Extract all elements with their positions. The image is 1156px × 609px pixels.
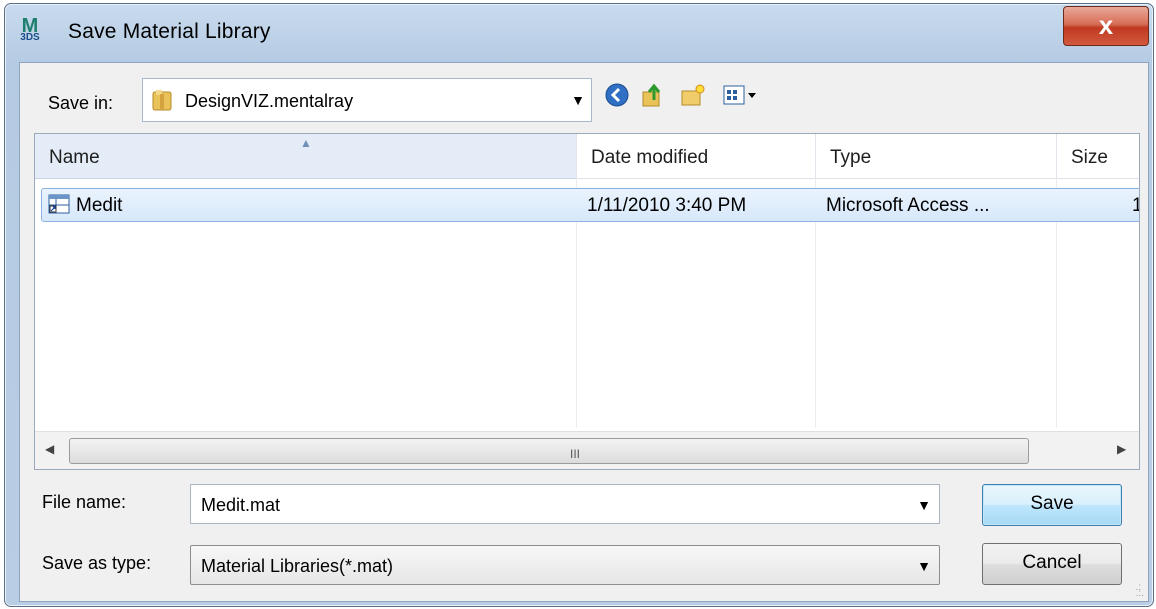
dialog-body: Save in: DesignVIZ.mentalray ▼ ▲ Name Da… — [19, 62, 1149, 602]
window-title: Save Material Library — [68, 20, 271, 43]
close-button[interactable]: x — [1063, 6, 1149, 46]
save-as-type-select[interactable]: Material Libraries(*.mat) ▼ — [190, 545, 940, 585]
file-list[interactable]: ▲ Name Date modified Type Size Medit 1/1… — [34, 133, 1140, 470]
file-name-label: File name: — [42, 492, 127, 512]
chevron-down-icon[interactable]: ▼ — [917, 558, 931, 574]
sort-ascending-icon: ▲ — [300, 136, 312, 150]
save-in-label: Save in: — [48, 93, 114, 113]
save-in-combobox[interactable]: DesignVIZ.mentalray ▼ — [142, 78, 592, 122]
column-header-type[interactable]: Type — [816, 134, 1057, 179]
column-header-name[interactable]: ▲ Name — [35, 134, 577, 179]
horizontal-scrollbar[interactable]: ◀ III ▶ — [35, 431, 1139, 469]
scroll-right-icon[interactable]: ▶ — [1117, 442, 1126, 456]
new-folder-icon[interactable] — [680, 82, 706, 108]
column-header-size[interactable]: Size — [1057, 134, 1139, 179]
access-database-icon — [48, 194, 70, 214]
save-as-type-value: Material Libraries(*.mat) — [201, 556, 394, 576]
file-name-value: Medit.mat — [201, 495, 281, 515]
scroll-grip: III — [570, 447, 581, 461]
app-3ds-icon: M 3DS — [20, 15, 40, 43]
file-name-cell: Medit — [76, 195, 123, 216]
scroll-left-icon[interactable]: ◀ — [45, 442, 54, 456]
column-header-date-modified[interactable]: Date modified — [577, 134, 816, 179]
file-date-cell: 1/11/2010 3:40 PM — [587, 195, 747, 216]
back-icon[interactable] — [604, 82, 630, 108]
save-in-value: DesignVIZ.mentalray — [185, 91, 354, 111]
scroll-thumb[interactable]: III — [69, 438, 1029, 464]
chevron-down-icon[interactable]: ▼ — [917, 497, 931, 513]
file-row[interactable]: Medit 1/11/2010 3:40 PM Microsoft Access… — [41, 188, 1139, 222]
folder-icon — [152, 90, 172, 111]
file-type-cell: Microsoft Access ... — [826, 195, 990, 216]
resize-grip-icon[interactable]: .:.:. — [1136, 583, 1144, 599]
save-as-type-label: Save as type: — [42, 553, 152, 573]
save-button[interactable]: Save — [982, 484, 1122, 526]
file-size-cell: 1 — [1132, 195, 1139, 217]
save-dialog-window: M 3DS Save Material Library x Save in: De… — [4, 3, 1154, 607]
view-menu-icon[interactable] — [722, 82, 762, 108]
close-icon: x — [1098, 10, 1114, 40]
file-name-input[interactable]: Medit.mat ▼ — [190, 484, 940, 524]
cancel-button[interactable]: Cancel — [982, 543, 1122, 585]
up-folder-icon[interactable] — [640, 82, 666, 108]
chevron-down-icon[interactable]: ▼ — [571, 92, 585, 108]
